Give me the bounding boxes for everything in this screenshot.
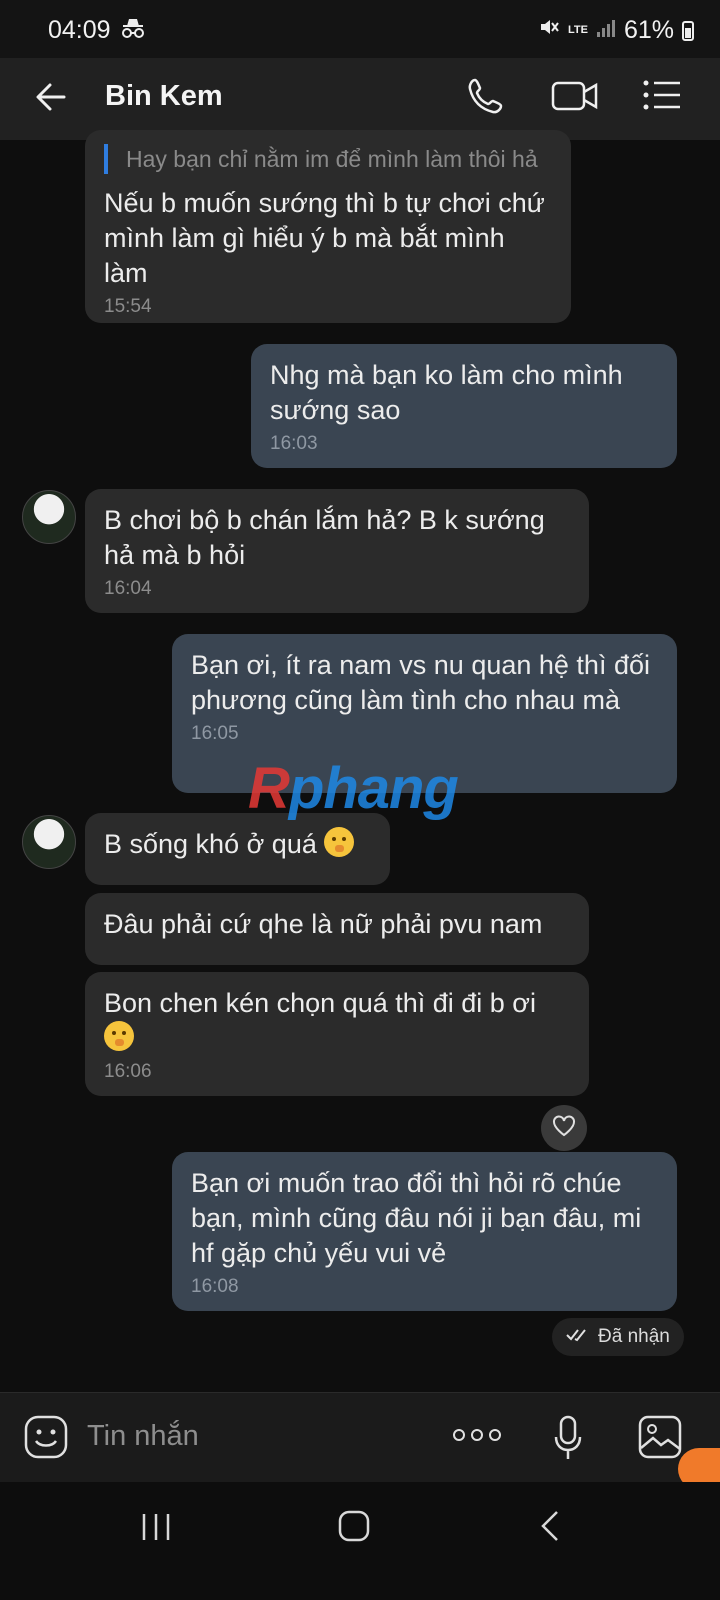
avatar[interactable] — [22, 815, 76, 869]
status-time: 04:09 — [48, 16, 111, 44]
sticker-emoji-icon[interactable] — [24, 1415, 68, 1464]
message-composer: Tin nhắn — [0, 1392, 720, 1483]
more-options-icon[interactable] — [452, 1427, 502, 1448]
message-input[interactable]: Tin nhắn — [87, 1420, 199, 1453]
message-outgoing[interactable]: Bạn ơi muốn trao đổi thì hỏi rõ chúe bạn… — [172, 1152, 677, 1311]
message-incoming[interactable]: B sống khó ở quá — [85, 813, 390, 885]
message-text: B chơi bộ b chán lắm hả? B k sướng hả mà… — [104, 505, 545, 570]
message-outgoing[interactable]: Nhg mà bạn ko làm cho mình sướng sao 16:… — [251, 344, 677, 468]
message-text: Nếu b muốn sướng thì b tự chơi chứ mình … — [104, 188, 545, 288]
avatar[interactable] — [22, 490, 76, 544]
message-text: B sống khó ở quá — [104, 829, 317, 859]
back-arrow-icon[interactable] — [34, 80, 68, 119]
quoted-reply: Hay bạn chỉ nằm im để mình làm thôi hả — [104, 144, 552, 174]
message-time: 15:54 — [104, 296, 152, 317]
delivery-status: Đã nhận — [552, 1318, 684, 1356]
heart-icon — [552, 1114, 576, 1142]
back-icon[interactable] — [538, 1509, 562, 1548]
message-incoming[interactable]: B chơi bộ b chán lắm hả? B k sướng hả mà… — [85, 489, 589, 613]
message-time: 16:08 — [191, 1276, 239, 1297]
battery-percent: 61% — [623, 16, 674, 44]
mute-icon — [538, 16, 560, 45]
message-text: Đâu phải cứ qhe là nữ phải pvu nam — [104, 909, 543, 939]
lte-indicator: LTE — [567, 24, 588, 36]
contact-name[interactable]: Bin Kem — [105, 80, 223, 113]
message-text: Bon chen kén chọn quá thì đi đi b ơi — [104, 988, 536, 1018]
message-incoming[interactable]: Hay bạn chỉ nằm im để mình làm thôi hả N… — [85, 130, 571, 323]
message-text: Nhg mà bạn ko làm cho mình sướng sao — [270, 360, 623, 425]
microphone-icon[interactable] — [553, 1415, 583, 1466]
message-time: 16:05 — [191, 723, 239, 744]
message-incoming[interactable]: Bon chen kén chọn quá thì đi đi b ơi 16:… — [85, 972, 589, 1096]
message-text: Bạn ơi, ít ra nam vs nu quan hệ thì đối … — [191, 650, 650, 715]
status-bar: 04:09 LTE 61% — [0, 0, 720, 58]
message-time: 16:06 — [104, 1061, 152, 1082]
message-text: Bạn ơi muốn trao đổi thì hỏi rõ chúe bạn… — [191, 1168, 642, 1268]
react-heart-button[interactable] — [541, 1105, 587, 1151]
recent-apps-icon[interactable] — [140, 1512, 172, 1547]
shushing-face-emoji-icon — [324, 827, 355, 857]
signal-icon — [596, 16, 616, 45]
delivery-status-text: Đã nhận — [598, 1326, 670, 1347]
message-incoming[interactable]: Đâu phải cứ qhe là nữ phải pvu nam — [85, 893, 589, 965]
menu-list-icon[interactable] — [642, 78, 682, 117]
home-icon[interactable] — [337, 1509, 371, 1548]
shushing-face-emoji-icon — [104, 1021, 134, 1051]
chat-header: Bin Kem — [0, 58, 720, 140]
video-call-icon[interactable] — [551, 76, 599, 121]
phone-icon[interactable] — [466, 76, 506, 121]
message-time: 16:04 — [104, 578, 152, 599]
message-time: 16:03 — [270, 433, 318, 454]
incognito-icon — [120, 17, 146, 46]
system-nav-bar — [0, 1482, 720, 1600]
double-check-icon — [566, 1326, 590, 1348]
gallery-image-icon[interactable] — [638, 1415, 682, 1464]
watermark-logo: Rphang — [248, 756, 459, 821]
battery-icon — [682, 20, 694, 41]
